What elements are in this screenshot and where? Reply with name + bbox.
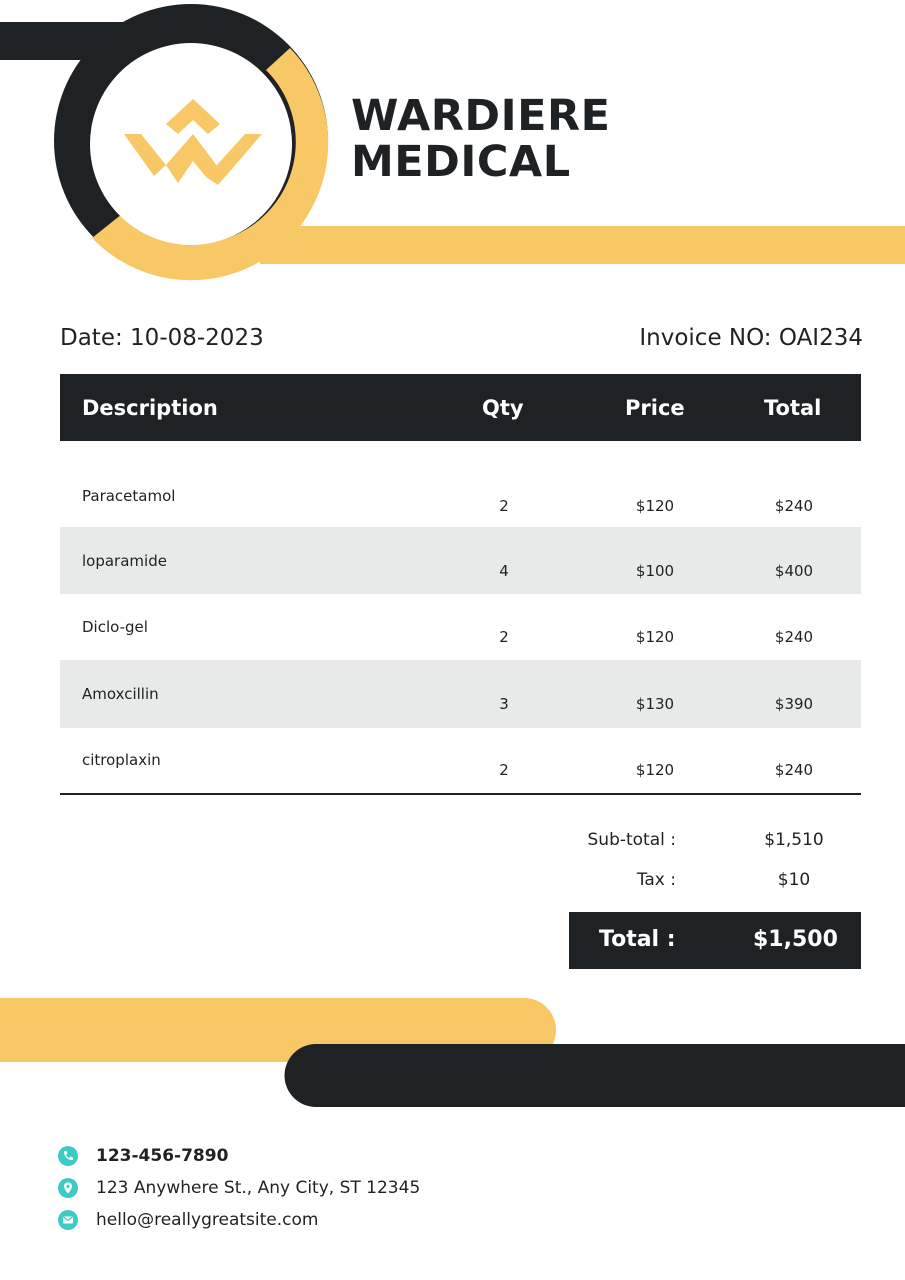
table-row: Diclo-gel 2 $120 $240 <box>60 594 861 660</box>
date-value: 10-08-2023 <box>130 325 264 351</box>
header-qty: Qty <box>482 396 524 420</box>
table-row: loparamide 4 $100 $400 <box>60 527 861 594</box>
grand-total-box: Total : $1,500 <box>569 912 861 969</box>
invoice-date: Date: 10-08-2023 <box>60 322 264 354</box>
table-row: Paracetamol 2 $120 $240 <box>60 464 861 528</box>
invoice-number: Invoice NO: OAI234 <box>639 322 863 354</box>
email-text: hello@reallygreatsite.com <box>96 1210 319 1230</box>
row-price: $120 <box>635 497 675 515</box>
row-price: $120 <box>635 628 675 646</box>
phone-text: 123-456-7890 <box>96 1146 229 1166</box>
row-total: $390 <box>774 695 814 713</box>
table-header: Description Qty Price Total <box>60 374 861 441</box>
invoice-number-value: OAI234 <box>778 325 863 351</box>
total-label: Total : <box>599 927 676 952</box>
subtotal-label: Sub-total : <box>587 830 677 850</box>
row-qty: 2 <box>499 497 509 515</box>
row-qty: 4 <box>499 561 509 580</box>
date-label: Date: <box>60 325 123 351</box>
subtotal-value: $1,510 <box>764 830 824 850</box>
address-text: 123 Anywhere St., Any City, ST 12345 <box>96 1178 421 1198</box>
row-qty: 2 <box>499 628 509 646</box>
gold-band <box>260 226 905 264</box>
header-price: Price <box>625 396 685 420</box>
row-qty: 3 <box>499 695 509 713</box>
row-description: Amoxcillin <box>82 685 159 703</box>
brand-name-line1: WARDIERE <box>351 91 611 141</box>
bottom-dark-band <box>284 1044 905 1107</box>
table-bottom-rule <box>60 793 861 795</box>
brand-name: WARDIERE MEDICAL <box>351 93 610 185</box>
row-qty: 2 <box>499 761 509 779</box>
header-description: Description <box>82 396 218 420</box>
row-price: $120 <box>635 761 675 779</box>
row-price: $100 <box>635 561 675 580</box>
row-description: citroplaxin <box>82 751 161 769</box>
table-row: citroplaxin 2 $120 $240 <box>60 728 861 792</box>
tax-value: $10 <box>777 870 811 890</box>
row-description: loparamide <box>82 551 167 570</box>
invoice-number-label: Invoice NO: <box>639 325 772 351</box>
table-row: Amoxcillin 3 $130 $390 <box>60 660 861 728</box>
total-value: $1,500 <box>753 927 838 952</box>
row-price: $130 <box>635 695 675 713</box>
phone-icon <box>58 1146 78 1166</box>
brand-name-line2: MEDICAL <box>351 137 571 187</box>
row-description: Diclo-gel <box>82 618 148 636</box>
location-pin-icon <box>58 1178 78 1198</box>
row-total: $240 <box>774 628 814 646</box>
header-total: Total <box>764 396 822 420</box>
mail-icon <box>58 1210 78 1230</box>
row-total: $400 <box>774 561 814 580</box>
tax-label: Tax : <box>636 870 676 890</box>
row-total: $240 <box>774 761 814 779</box>
row-description: Paracetamol <box>82 487 176 505</box>
row-total: $240 <box>774 497 814 515</box>
